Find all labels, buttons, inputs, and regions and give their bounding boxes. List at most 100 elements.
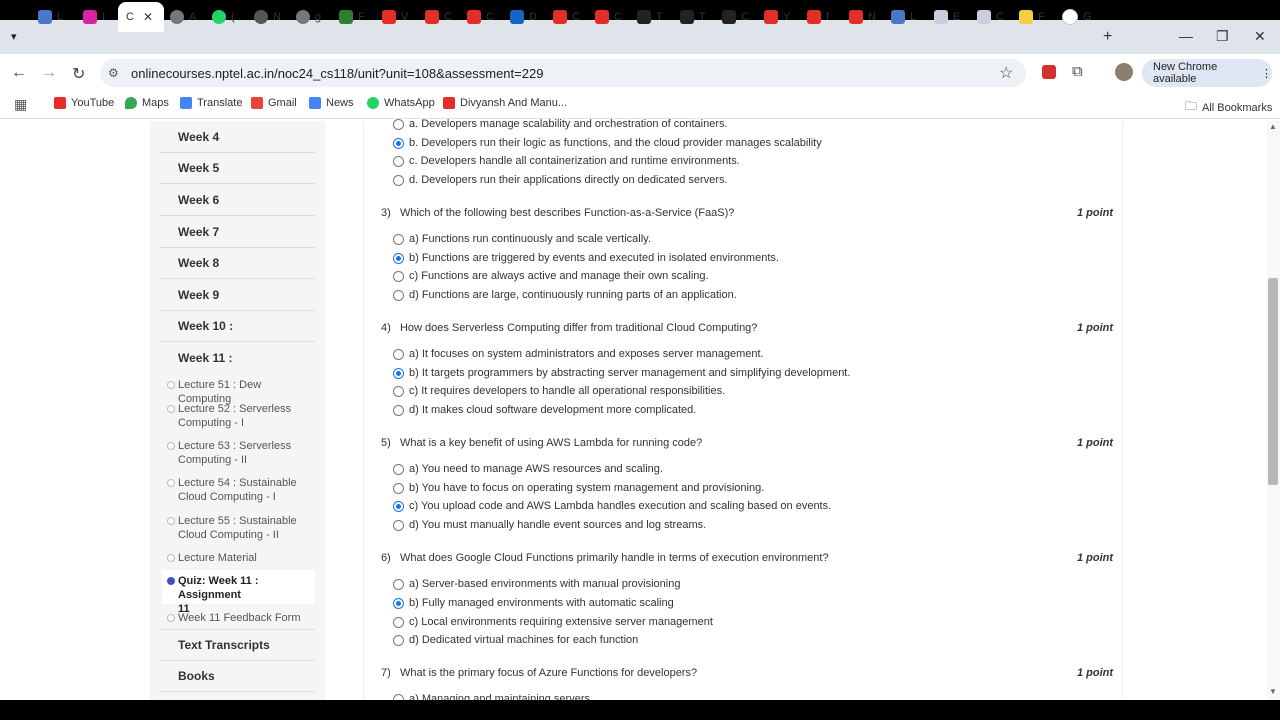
tab-12[interactable]: D	[510, 4, 537, 30]
sidebar-quiz-week-11[interactable]: Quiz: Week 11 : Assignment 11	[178, 574, 313, 616]
sidebar-week-6[interactable]: Week 6	[178, 193, 219, 207]
option[interactable]: a. Developers manage scalability and orc…	[393, 118, 728, 130]
sidebar-lecture-53[interactable]: Lecture 53 : Serverless Computing - II	[178, 439, 313, 467]
sidebar-week-4[interactable]: Week 4	[178, 130, 219, 144]
tab-19[interactable]: f	[807, 4, 829, 30]
tab-15[interactable]: T	[637, 4, 663, 30]
option[interactable]: b) Fully managed environments with autom…	[393, 597, 674, 609]
tab-2[interactable]: I	[83, 4, 105, 30]
tab-23[interactable]: C	[977, 4, 1004, 30]
radio-button[interactable]	[393, 519, 404, 531]
sidebar-lecture-55[interactable]: Lecture 55 : Sustainable Cloud Computing …	[178, 514, 313, 542]
radio-button-selected[interactable]	[393, 500, 404, 512]
option[interactable]: a) You need to manage AWS resources and …	[393, 463, 663, 475]
tab-1[interactable]: L	[38, 4, 63, 30]
radio-button[interactable]	[393, 482, 404, 494]
sidebar-week-8[interactable]: Week 8	[178, 256, 219, 270]
sidebar-lecture-52[interactable]: Lecture 52 : Serverless Computing - I	[178, 402, 313, 430]
scrollbar-thumb[interactable]	[1268, 278, 1278, 485]
sidebar-feedback-form[interactable]: Week 11 Feedback Form	[178, 611, 313, 625]
extension-icon[interactable]	[1042, 65, 1056, 79]
bookmark-maps[interactable]: Maps	[125, 97, 169, 109]
option[interactable]: c. Developers handle all containerizatio…	[393, 155, 740, 167]
tab-7[interactable]: g	[296, 4, 321, 30]
all-bookmarks[interactable]: 🗀 All Bookmarks	[1185, 97, 1272, 118]
radio-button[interactable]	[393, 634, 404, 646]
new-chrome-available-button[interactable]: New Chrome available ⋮	[1142, 59, 1272, 87]
tab-10[interactable]: C	[425, 4, 452, 30]
tab-4[interactable]: A	[170, 4, 196, 30]
bookmark-translate[interactable]: Translate	[180, 97, 242, 109]
radio-button[interactable]	[393, 174, 404, 186]
bookmark-gmail[interactable]: Gmail	[251, 97, 297, 109]
restore-icon[interactable]: ❐	[1216, 28, 1229, 45]
new-tab-icon[interactable]: +	[1103, 28, 1112, 46]
tab-17[interactable]: C	[722, 4, 749, 30]
close-tab-icon[interactable]: ✕	[143, 10, 153, 24]
option[interactable]: d) Dedicated virtual machines for each f…	[393, 634, 638, 646]
sidebar-text-transcripts[interactable]: Text Transcripts	[178, 638, 270, 652]
tab-search-icon[interactable]: ▾	[11, 30, 17, 43]
bookmark-star-icon[interactable]: ☆	[999, 63, 1013, 83]
tab-20[interactable]: N	[849, 4, 876, 30]
option[interactable]: c) You upload code and AWS Lambda handle…	[393, 500, 831, 512]
option[interactable]: c) Local environments requiring extensiv…	[393, 616, 713, 628]
radio-button[interactable]	[393, 404, 404, 416]
option[interactable]: d) It makes cloud software development m…	[393, 404, 696, 416]
radio-button[interactable]	[393, 578, 404, 590]
tab-22[interactable]: E	[934, 4, 960, 30]
sidebar-week-5[interactable]: Week 5	[178, 161, 219, 175]
sidebar-week-7[interactable]: Week 7	[178, 225, 219, 239]
sidebar-lecture-material[interactable]: Lecture Material	[178, 551, 313, 565]
extensions-puzzle-icon[interactable]: ⧉	[1072, 63, 1083, 80]
tab-14[interactable]: C	[595, 4, 622, 30]
bookmark-divyansh[interactable]: Divyansh And Manu...	[443, 97, 567, 109]
sidebar-week-11[interactable]: Week 11 :	[178, 351, 232, 365]
radio-button[interactable]	[393, 233, 404, 245]
sidebar-lecture-54[interactable]: Lecture 54 : Sustainable Cloud Computing …	[178, 476, 313, 504]
sidebar-books[interactable]: Books	[178, 669, 215, 683]
tab-11[interactable]: C	[467, 4, 494, 30]
minimize-icon[interactable]: —	[1179, 28, 1193, 44]
scroll-up-arrow-icon[interactable]: ▲	[1269, 122, 1277, 131]
option[interactable]: a) It focuses on system administrators a…	[393, 348, 764, 360]
tab-16[interactable]: T	[680, 4, 706, 30]
radio-button[interactable]	[393, 155, 404, 167]
tab-6[interactable]: N	[254, 4, 281, 30]
tab-21[interactable]: L	[891, 4, 916, 30]
close-window-icon[interactable]: ✕	[1254, 28, 1266, 45]
radio-button[interactable]	[393, 348, 404, 360]
radio-button-selected[interactable]	[393, 597, 404, 609]
site-info-icon[interactable]: ⚙	[108, 66, 119, 80]
option[interactable]: d. Developers run their applications dir…	[393, 174, 728, 186]
radio-button[interactable]	[393, 616, 404, 628]
radio-button[interactable]	[393, 118, 404, 130]
back-icon[interactable]: ←	[11, 64, 27, 82]
sidebar-week-10[interactable]: Week 10 :	[178, 319, 233, 333]
reload-icon[interactable]: ↻	[72, 64, 85, 84]
radio-button-selected[interactable]	[393, 252, 404, 264]
tab-18[interactable]: Y	[764, 4, 790, 30]
tab-active[interactable]: C ✕	[118, 2, 164, 32]
option[interactable]: c) Functions are always active and manag…	[393, 270, 709, 282]
option[interactable]: a) Server-based environments with manual…	[393, 578, 680, 590]
bookmark-news[interactable]: News	[309, 97, 354, 109]
bookmark-whatsapp[interactable]: WhatsApp	[367, 97, 435, 109]
profile-avatar[interactable]	[1115, 63, 1133, 81]
tab-13[interactable]: C	[553, 4, 580, 30]
option[interactable]: b) It targets programmers by abstracting…	[393, 367, 850, 379]
option[interactable]: d) Functions are large, continuously run…	[393, 289, 737, 301]
url-text[interactable]: onlinecourses.nptel.ac.in/noc24_cs118/un…	[131, 66, 543, 81]
option[interactable]: b) Functions are triggered by events and…	[393, 252, 779, 264]
option[interactable]: d) You must manually handle event source…	[393, 519, 706, 531]
radio-button-selected[interactable]	[393, 137, 404, 149]
tab-24[interactable]: F	[1019, 4, 1045, 30]
option[interactable]: a) Functions run continuously and scale …	[393, 233, 651, 245]
tab-5[interactable]: (	[212, 4, 235, 30]
apps-grid-icon[interactable]: ▦	[14, 96, 27, 113]
scroll-down-arrow-icon[interactable]: ▼	[1269, 687, 1277, 696]
forward-icon[interactable]: →	[41, 64, 57, 82]
radio-button-selected[interactable]	[393, 367, 404, 379]
bookmark-youtube[interactable]: YouTube	[54, 97, 114, 109]
option[interactable]: b) You have to focus on operating system…	[393, 482, 764, 494]
